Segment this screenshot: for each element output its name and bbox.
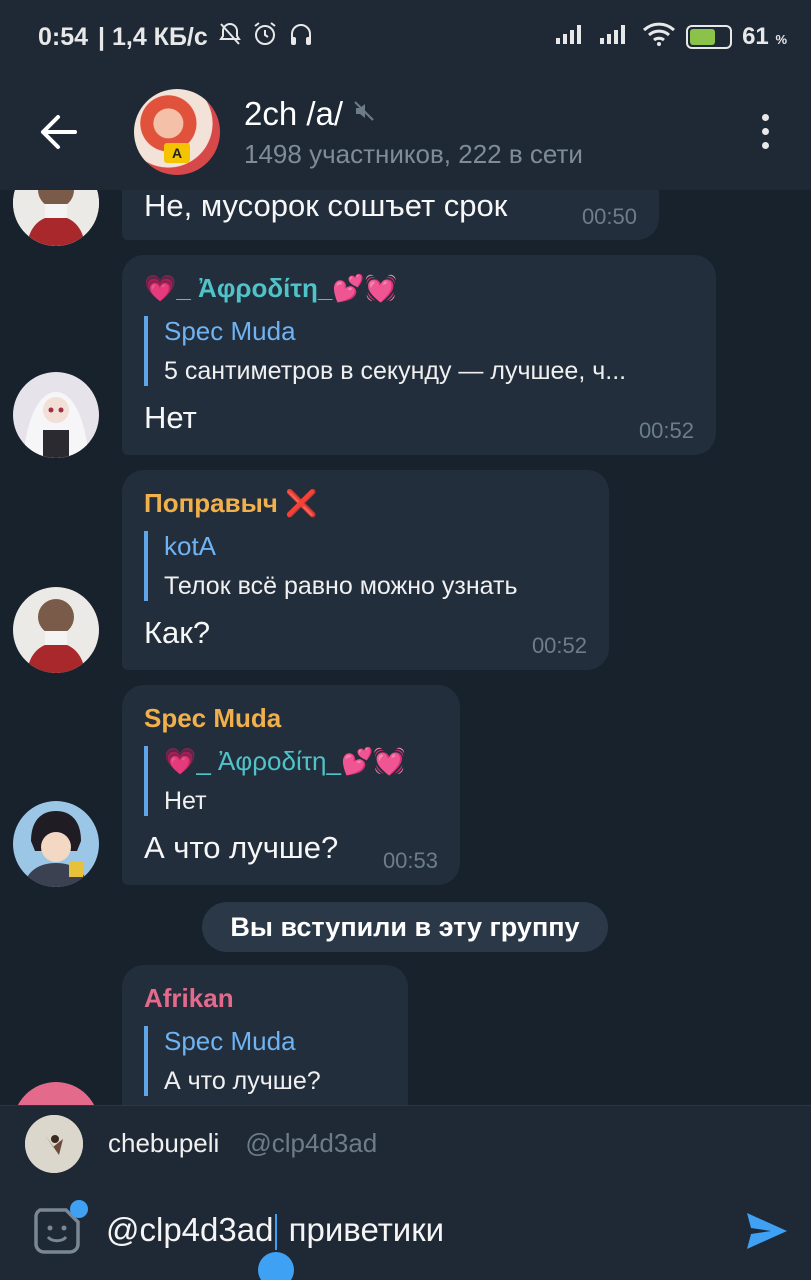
reply-sender: Spec Muda bbox=[164, 1026, 296, 1056]
message-bubble[interactable]: Поправыч ❌ kotA Телок всё равно можно уз… bbox=[122, 470, 609, 670]
sender-name[interactable]: 💗_ Ἀφροδίτη_💕💓 bbox=[144, 273, 694, 304]
message-time: 00:50 bbox=[581, 204, 637, 229]
text-cursor[interactable] bbox=[258, 1214, 295, 1280]
message-text: Не, мусорок сошъет срок bbox=[144, 190, 508, 223]
reply-quote[interactable]: 💗_ Ἀφροδίτη_💕💓 Нет bbox=[144, 746, 438, 816]
chat-subtitle: 1498 участников, 222 в сети bbox=[244, 138, 583, 169]
message-time: 00:52 bbox=[531, 633, 587, 658]
reply-sender: kotA bbox=[164, 531, 217, 561]
input-text: приветики bbox=[279, 1210, 445, 1248]
avatar[interactable] bbox=[13, 587, 99, 673]
message-text: Нет bbox=[144, 400, 197, 435]
message-bubble[interactable]: Не, мусорок сошъет срок 00:50 bbox=[122, 190, 659, 240]
chat-header: A 2ch /a/ 1498 участников, 222 в сети bbox=[0, 74, 811, 190]
chat-title-block[interactable]: 2ch /a/ 1498 участников, 222 в сети bbox=[244, 95, 583, 170]
wifi-icon bbox=[642, 22, 676, 53]
alarm-off-icon bbox=[218, 21, 242, 54]
mute-icon bbox=[353, 100, 375, 128]
sticker-button[interactable] bbox=[32, 1199, 88, 1256]
status-left: 0:54 | 1,4 КБ/с bbox=[38, 21, 314, 54]
reply-quote[interactable]: kotA Телок всё равно можно узнать bbox=[144, 531, 587, 601]
mention-username: @clp4d3ad bbox=[245, 1128, 378, 1158]
mention-name: chebupeli bbox=[108, 1128, 220, 1158]
message-text: Как? bbox=[144, 615, 211, 650]
sender-name[interactable]: Поправыч ❌ bbox=[144, 488, 587, 519]
message-bubble[interactable]: 💗_ Ἀφροδίτη_💕💓 Spec Muda 5 сантиметров в… bbox=[122, 255, 716, 455]
avatar[interactable] bbox=[13, 1082, 99, 1105]
chat-title: 2ch /a/ bbox=[244, 95, 583, 133]
mention-suggestion[interactable]: chebupeli @clp4d3ad bbox=[0, 1105, 811, 1181]
battery-icon bbox=[686, 25, 733, 49]
message-bubble[interactable]: Spec Muda 💗_ Ἀφροδίτη_💕💓 Нет А что лучше… bbox=[122, 685, 460, 885]
reply-quote[interactable]: Spec Muda А что лучше? bbox=[144, 1026, 386, 1096]
alarm-clock-icon bbox=[252, 21, 278, 54]
avatar[interactable] bbox=[13, 190, 99, 246]
signal-icon bbox=[598, 22, 632, 53]
avatar-logo: A bbox=[164, 143, 190, 163]
service-message: Вы вступили в эту группу bbox=[202, 902, 608, 952]
status-speed: | 1,4 КБ/с bbox=[98, 22, 208, 51]
message-text: А что лучше? bbox=[144, 830, 339, 865]
arrow-left-icon bbox=[41, 115, 77, 149]
notification-dot bbox=[70, 1199, 88, 1218]
status-bar: 0:54 | 1,4 КБ/с 61 % bbox=[0, 0, 811, 74]
status-time: 0:54 bbox=[38, 22, 89, 51]
send-button[interactable] bbox=[745, 1211, 789, 1251]
message-input-bar: @clp4d3ad приветики bbox=[0, 1181, 811, 1280]
send-icon bbox=[747, 1213, 787, 1249]
message-time: 00:52 bbox=[638, 418, 694, 443]
group-avatar[interactable]: A bbox=[134, 89, 220, 175]
sender-name[interactable]: Afrikan bbox=[144, 983, 386, 1014]
avatar bbox=[25, 1114, 83, 1173]
avatar[interactable] bbox=[13, 372, 99, 458]
message-time: 00:53 bbox=[382, 848, 438, 873]
message-list[interactable]: Не, мусорок сошъет срок 00:50 💗_ Ἀφροδίτ… bbox=[0, 190, 811, 1105]
message-input[interactable]: @clp4d3ad приветики bbox=[106, 1210, 445, 1280]
reply-quote[interactable]: Spec Muda 5 сантиметров в секунду — лучш… bbox=[144, 316, 694, 386]
signal-icon bbox=[554, 22, 588, 53]
reply-text: Нет bbox=[164, 787, 207, 815]
status-right: 61 % bbox=[554, 22, 787, 53]
reply-text: А что лучше? bbox=[164, 1067, 321, 1095]
reply-text: 5 сантиметров в секунду — лучшее, ч... bbox=[164, 357, 627, 385]
battery-percent: 61 % bbox=[742, 23, 787, 50]
more-menu-button[interactable] bbox=[759, 114, 771, 149]
avatar[interactable] bbox=[13, 801, 99, 887]
reply-text: Телок всё равно можно узнать bbox=[164, 572, 518, 600]
sender-name[interactable]: Spec Muda bbox=[144, 703, 438, 734]
reply-sender: 💗_ Ἀφροδίτη_💕💓 bbox=[164, 746, 406, 776]
input-mention: @clp4d3ad bbox=[106, 1210, 274, 1248]
reply-sender: Spec Muda bbox=[164, 316, 296, 346]
back-button[interactable] bbox=[18, 92, 98, 172]
message-bubble[interactable]: Afrikan Spec Muda А что лучше? bbox=[122, 965, 408, 1105]
headphones-icon bbox=[288, 21, 314, 54]
